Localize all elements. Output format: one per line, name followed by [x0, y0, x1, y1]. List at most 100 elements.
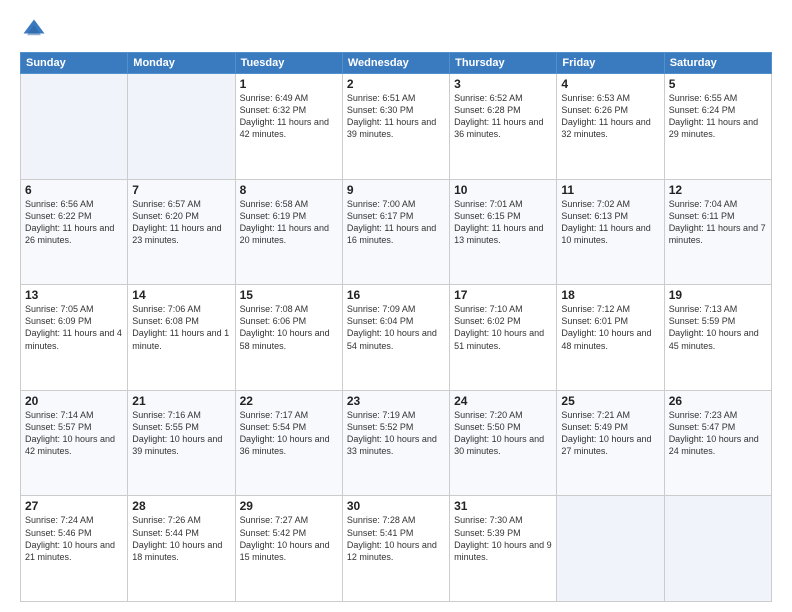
- day-number: 6: [25, 183, 123, 197]
- calendar-header-wednesday: Wednesday: [342, 53, 449, 74]
- day-number: 18: [561, 288, 659, 302]
- calendar-cell: 12Sunrise: 7:04 AM Sunset: 6:11 PM Dayli…: [664, 179, 771, 285]
- day-info: Sunrise: 6:58 AM Sunset: 6:19 PM Dayligh…: [240, 198, 338, 247]
- day-info: Sunrise: 7:14 AM Sunset: 5:57 PM Dayligh…: [25, 409, 123, 458]
- calendar-cell: 25Sunrise: 7:21 AM Sunset: 5:49 PM Dayli…: [557, 390, 664, 496]
- day-info: Sunrise: 7:08 AM Sunset: 6:06 PM Dayligh…: [240, 303, 338, 352]
- day-number: 10: [454, 183, 552, 197]
- day-number: 28: [132, 499, 230, 513]
- calendar-cell: 7Sunrise: 6:57 AM Sunset: 6:20 PM Daylig…: [128, 179, 235, 285]
- calendar-cell: 19Sunrise: 7:13 AM Sunset: 5:59 PM Dayli…: [664, 285, 771, 391]
- day-info: Sunrise: 7:12 AM Sunset: 6:01 PM Dayligh…: [561, 303, 659, 352]
- day-info: Sunrise: 7:26 AM Sunset: 5:44 PM Dayligh…: [132, 514, 230, 563]
- day-number: 9: [347, 183, 445, 197]
- calendar-cell: 10Sunrise: 7:01 AM Sunset: 6:15 PM Dayli…: [450, 179, 557, 285]
- day-number: 7: [132, 183, 230, 197]
- calendar-week-row: 13Sunrise: 7:05 AM Sunset: 6:09 PM Dayli…: [21, 285, 772, 391]
- day-number: 23: [347, 394, 445, 408]
- day-info: Sunrise: 7:13 AM Sunset: 5:59 PM Dayligh…: [669, 303, 767, 352]
- calendar-cell: 15Sunrise: 7:08 AM Sunset: 6:06 PM Dayli…: [235, 285, 342, 391]
- day-number: 17: [454, 288, 552, 302]
- calendar-cell: 28Sunrise: 7:26 AM Sunset: 5:44 PM Dayli…: [128, 496, 235, 602]
- calendar-cell: 24Sunrise: 7:20 AM Sunset: 5:50 PM Dayli…: [450, 390, 557, 496]
- day-number: 27: [25, 499, 123, 513]
- day-number: 24: [454, 394, 552, 408]
- logo-icon: [20, 16, 48, 44]
- calendar-cell: [664, 496, 771, 602]
- day-number: 2: [347, 77, 445, 91]
- day-number: 8: [240, 183, 338, 197]
- day-number: 16: [347, 288, 445, 302]
- day-info: Sunrise: 7:04 AM Sunset: 6:11 PM Dayligh…: [669, 198, 767, 247]
- day-info: Sunrise: 7:30 AM Sunset: 5:39 PM Dayligh…: [454, 514, 552, 563]
- day-number: 15: [240, 288, 338, 302]
- header: [20, 16, 772, 44]
- calendar-cell: 22Sunrise: 7:17 AM Sunset: 5:54 PM Dayli…: [235, 390, 342, 496]
- calendar-cell: 20Sunrise: 7:14 AM Sunset: 5:57 PM Dayli…: [21, 390, 128, 496]
- day-number: 20: [25, 394, 123, 408]
- day-info: Sunrise: 6:57 AM Sunset: 6:20 PM Dayligh…: [132, 198, 230, 247]
- day-number: 14: [132, 288, 230, 302]
- calendar-header-monday: Monday: [128, 53, 235, 74]
- day-number: 22: [240, 394, 338, 408]
- calendar: SundayMondayTuesdayWednesdayThursdayFrid…: [20, 52, 772, 602]
- day-info: Sunrise: 6:53 AM Sunset: 6:26 PM Dayligh…: [561, 92, 659, 141]
- calendar-cell: 18Sunrise: 7:12 AM Sunset: 6:01 PM Dayli…: [557, 285, 664, 391]
- calendar-week-row: 20Sunrise: 7:14 AM Sunset: 5:57 PM Dayli…: [21, 390, 772, 496]
- day-number: 12: [669, 183, 767, 197]
- calendar-cell: 31Sunrise: 7:30 AM Sunset: 5:39 PM Dayli…: [450, 496, 557, 602]
- calendar-cell: 21Sunrise: 7:16 AM Sunset: 5:55 PM Dayli…: [128, 390, 235, 496]
- logo: [20, 16, 52, 44]
- calendar-header-thursday: Thursday: [450, 53, 557, 74]
- day-number: 11: [561, 183, 659, 197]
- day-info: Sunrise: 6:51 AM Sunset: 6:30 PM Dayligh…: [347, 92, 445, 141]
- day-number: 4: [561, 77, 659, 91]
- day-number: 30: [347, 499, 445, 513]
- day-info: Sunrise: 7:24 AM Sunset: 5:46 PM Dayligh…: [25, 514, 123, 563]
- calendar-cell: 3Sunrise: 6:52 AM Sunset: 6:28 PM Daylig…: [450, 74, 557, 180]
- calendar-week-row: 27Sunrise: 7:24 AM Sunset: 5:46 PM Dayli…: [21, 496, 772, 602]
- day-info: Sunrise: 7:09 AM Sunset: 6:04 PM Dayligh…: [347, 303, 445, 352]
- day-number: 21: [132, 394, 230, 408]
- day-info: Sunrise: 7:16 AM Sunset: 5:55 PM Dayligh…: [132, 409, 230, 458]
- calendar-cell: 6Sunrise: 6:56 AM Sunset: 6:22 PM Daylig…: [21, 179, 128, 285]
- day-number: 26: [669, 394, 767, 408]
- day-info: Sunrise: 7:20 AM Sunset: 5:50 PM Dayligh…: [454, 409, 552, 458]
- day-number: 13: [25, 288, 123, 302]
- calendar-cell: [557, 496, 664, 602]
- day-number: 25: [561, 394, 659, 408]
- day-info: Sunrise: 7:21 AM Sunset: 5:49 PM Dayligh…: [561, 409, 659, 458]
- day-number: 5: [669, 77, 767, 91]
- day-info: Sunrise: 7:28 AM Sunset: 5:41 PM Dayligh…: [347, 514, 445, 563]
- calendar-cell: 8Sunrise: 6:58 AM Sunset: 6:19 PM Daylig…: [235, 179, 342, 285]
- calendar-week-row: 1Sunrise: 6:49 AM Sunset: 6:32 PM Daylig…: [21, 74, 772, 180]
- calendar-cell: 16Sunrise: 7:09 AM Sunset: 6:04 PM Dayli…: [342, 285, 449, 391]
- calendar-cell: 29Sunrise: 7:27 AM Sunset: 5:42 PM Dayli…: [235, 496, 342, 602]
- day-info: Sunrise: 7:01 AM Sunset: 6:15 PM Dayligh…: [454, 198, 552, 247]
- day-info: Sunrise: 7:05 AM Sunset: 6:09 PM Dayligh…: [25, 303, 123, 352]
- calendar-cell: 17Sunrise: 7:10 AM Sunset: 6:02 PM Dayli…: [450, 285, 557, 391]
- day-info: Sunrise: 7:27 AM Sunset: 5:42 PM Dayligh…: [240, 514, 338, 563]
- calendar-cell: 23Sunrise: 7:19 AM Sunset: 5:52 PM Dayli…: [342, 390, 449, 496]
- day-info: Sunrise: 7:23 AM Sunset: 5:47 PM Dayligh…: [669, 409, 767, 458]
- day-info: Sunrise: 6:55 AM Sunset: 6:24 PM Dayligh…: [669, 92, 767, 141]
- day-info: Sunrise: 7:00 AM Sunset: 6:17 PM Dayligh…: [347, 198, 445, 247]
- day-number: 3: [454, 77, 552, 91]
- calendar-header-tuesday: Tuesday: [235, 53, 342, 74]
- page: SundayMondayTuesdayWednesdayThursdayFrid…: [0, 0, 792, 612]
- calendar-cell: 2Sunrise: 6:51 AM Sunset: 6:30 PM Daylig…: [342, 74, 449, 180]
- calendar-week-row: 6Sunrise: 6:56 AM Sunset: 6:22 PM Daylig…: [21, 179, 772, 285]
- day-number: 29: [240, 499, 338, 513]
- day-number: 1: [240, 77, 338, 91]
- day-info: Sunrise: 7:10 AM Sunset: 6:02 PM Dayligh…: [454, 303, 552, 352]
- calendar-header-saturday: Saturday: [664, 53, 771, 74]
- calendar-header-row: SundayMondayTuesdayWednesdayThursdayFrid…: [21, 53, 772, 74]
- calendar-header-friday: Friday: [557, 53, 664, 74]
- calendar-cell: 11Sunrise: 7:02 AM Sunset: 6:13 PM Dayli…: [557, 179, 664, 285]
- day-info: Sunrise: 6:52 AM Sunset: 6:28 PM Dayligh…: [454, 92, 552, 141]
- calendar-cell: 5Sunrise: 6:55 AM Sunset: 6:24 PM Daylig…: [664, 74, 771, 180]
- calendar-cell: 27Sunrise: 7:24 AM Sunset: 5:46 PM Dayli…: [21, 496, 128, 602]
- day-info: Sunrise: 6:56 AM Sunset: 6:22 PM Dayligh…: [25, 198, 123, 247]
- calendar-cell: 4Sunrise: 6:53 AM Sunset: 6:26 PM Daylig…: [557, 74, 664, 180]
- calendar-cell: 1Sunrise: 6:49 AM Sunset: 6:32 PM Daylig…: [235, 74, 342, 180]
